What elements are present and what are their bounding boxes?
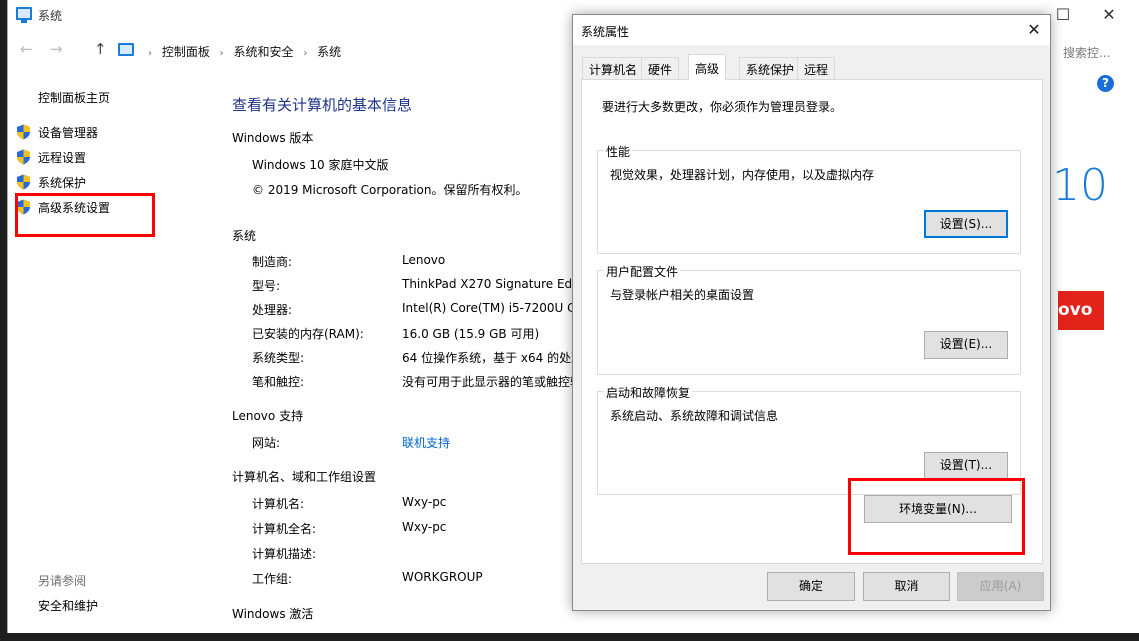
info-label: 型号: <box>252 279 281 293</box>
address-bar[interactable]: › 控制面板 › 系统和安全 › 系统 <box>112 38 572 64</box>
section-computer-name: 计算机名、域和工作组设置 <box>232 470 377 484</box>
window-title: 系统 <box>38 9 63 23</box>
info-value: Intel(R) Core(TM) i5-7200U CP <box>402 301 583 315</box>
info-label: 网站: <box>252 436 281 450</box>
info-label: 计算机描述: <box>252 547 317 561</box>
group-description: 与登录帐户相关的桌面设置 <box>610 288 755 302</box>
cancel-button[interactable]: 取消 <box>863 572 950 601</box>
back-arrow-icon[interactable]: ← <box>20 40 38 60</box>
admin-note: 要进行大多数更改，你必须作为管理员登录。 <box>602 100 843 114</box>
info-label: 制造商: <box>252 255 293 269</box>
group-description: 系统启动、系统故障和调试信息 <box>610 409 779 423</box>
breadcrumb-system-security[interactable]: 系统和安全 <box>234 45 294 59</box>
info-value: 16.0 GB (15.9 GB 可用) <box>402 327 540 341</box>
sidebar-item-label: 系统保护 <box>38 176 87 190</box>
group-title: 性能 <box>604 143 633 160</box>
dialog-titlebar: 系统属性 ✕ <box>573 15 1050 45</box>
sidebar-item-label: 远程设置 <box>38 151 87 165</box>
group-user-profiles: 用户配置文件 与登录帐户相关的桌面设置 设置(E)... <box>597 263 1021 375</box>
tab-computer-name[interactable]: 计算机名 <box>582 57 645 79</box>
apply-button[interactable]: 应用(A) <box>957 572 1044 601</box>
info-value: 没有可用于此显示器的笔或触控输 <box>402 375 583 389</box>
forward-arrow-icon[interactable]: → <box>50 40 68 60</box>
shield-icon <box>17 124 30 140</box>
breadcrumb: › 控制面板 › 系统和安全 › 系统 <box>142 43 341 60</box>
info-value: 64 位操作系统，基于 x64 的处理 <box>402 351 584 365</box>
info-label: 已安装的内存(RAM): <box>252 327 364 341</box>
copyright-text: © 2019 Microsoft Corporation。保留所有权利。 <box>252 183 528 197</box>
section-lenovo-support: Lenovo 支持 <box>232 409 304 423</box>
chevron-right-icon: › <box>303 48 308 59</box>
info-label: 计算机全名: <box>252 522 317 536</box>
page-title: 查看有关计算机的基本信息 <box>232 96 413 114</box>
control-panel-icon <box>118 43 134 56</box>
info-value: WORKGROUP <box>402 570 483 584</box>
info-value: ThinkPad X270 Signature Editi <box>402 277 584 291</box>
tab-advanced[interactable]: 高级 <box>688 54 727 80</box>
shield-icon <box>17 149 30 165</box>
breadcrumb-system[interactable]: 系统 <box>317 45 341 59</box>
group-title: 用户配置文件 <box>604 263 681 280</box>
breadcrumb-control-panel[interactable]: 控制面板 <box>162 45 210 59</box>
online-support-link[interactable]: 联机支持 <box>402 434 450 451</box>
group-performance: 性能 视觉效果，处理器计划，内存使用，以及虚拟内存 设置(S)... <box>597 143 1021 254</box>
info-label: 笔和触控: <box>252 375 305 389</box>
info-value: Wxy-pc <box>402 495 447 509</box>
annotation-highlight-env-variables <box>848 478 1025 555</box>
see-also-heading: 另请参阅 <box>38 574 87 588</box>
lenovo-logo: ovo <box>1058 291 1104 330</box>
profile-settings-button[interactable]: 设置(E)... <box>924 331 1008 359</box>
windows-edition-value: Windows 10 家庭中文版 <box>252 158 389 172</box>
section-system: 系统 <box>232 229 257 243</box>
info-label: 系统类型: <box>252 351 305 365</box>
dialog-title: 系统属性 <box>581 25 630 39</box>
tab-remote[interactable]: 远程 <box>797 57 836 79</box>
close-button[interactable]: ✕ <box>1086 0 1132 31</box>
security-maintenance-link[interactable]: 安全和维护 <box>38 597 98 614</box>
group-title: 启动和故障恢复 <box>604 384 693 401</box>
tab-hardware[interactable]: 硬件 <box>641 57 680 79</box>
startup-settings-button[interactable]: 设置(T)... <box>924 452 1008 480</box>
info-value: Lenovo <box>402 253 446 267</box>
chevron-right-icon: › <box>148 48 152 59</box>
tab-system-protection[interactable]: 系统保护 <box>739 57 802 79</box>
info-label: 计算机名: <box>252 497 305 511</box>
computer-icon <box>16 7 32 23</box>
shield-icon <box>17 174 30 190</box>
windows-10-logo: 10 <box>1052 160 1108 211</box>
section-windows-activation: Windows 激活 <box>232 607 314 621</box>
dialog-close-button[interactable]: ✕ <box>1021 19 1047 41</box>
section-windows-edition: Windows 版本 <box>232 131 314 145</box>
ok-button[interactable]: 确定 <box>767 572 855 601</box>
help-icon[interactable]: ? <box>1097 75 1114 92</box>
chevron-right-icon: › <box>219 48 224 59</box>
up-arrow-icon[interactable]: ↑ <box>94 40 108 60</box>
info-label: 处理器: <box>252 303 293 317</box>
info-value: Wxy-pc <box>402 520 447 534</box>
group-description: 视觉效果，处理器计划，内存使用，以及虚拟内存 <box>610 168 875 182</box>
info-label: 工作组: <box>252 572 293 586</box>
annotation-highlight-advanced-settings <box>15 193 155 237</box>
search-input[interactable]: 搜索控... <box>1050 38 1139 64</box>
background-bottom-strip <box>0 632 1139 641</box>
search-placeholder: 搜索控... <box>1063 46 1111 60</box>
sidebar-item-label: 设备管理器 <box>38 126 99 140</box>
sidebar-control-panel-home[interactable]: 控制面板主页 <box>38 89 110 106</box>
performance-settings-button[interactable]: 设置(S)... <box>924 210 1008 238</box>
